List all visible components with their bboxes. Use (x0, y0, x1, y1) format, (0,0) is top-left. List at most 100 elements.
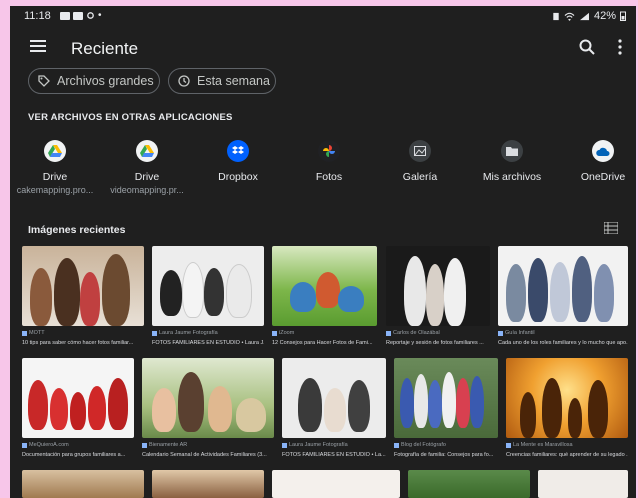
image-thumbnail[interactable] (394, 358, 498, 438)
image-thumbnail[interactable] (386, 246, 490, 326)
status-bar: 11:18 • 42% (10, 6, 636, 26)
chip-large-files[interactable]: Archivos grandes (28, 68, 160, 94)
image-caption: Fotografía de familia: Consejos para fo.… (394, 452, 494, 458)
image-source: MOTT (22, 330, 144, 336)
image-card[interactable]: Bienamente AR Calendario Semanal de Acti… (142, 358, 274, 464)
app-onedrive[interactable]: OneDrive (558, 140, 636, 183)
recent-images-grid: MOTT 10 tips para saber cómo hacer fotos… (10, 246, 636, 498)
status-time: 11:18 (24, 10, 51, 22)
image-card[interactable]: Guía Infantil Cada uno de los roles fami… (498, 246, 628, 352)
image-source: Carlos de Olazábal (386, 330, 490, 336)
image-card[interactable]: MeQuieroA.com Documentación para grupos … (22, 358, 134, 464)
app-label: Dropbox (218, 171, 258, 183)
image-thumbnail[interactable] (142, 358, 274, 438)
image-source: La Mente es Maravillosa (506, 442, 628, 448)
image-thumbnail[interactable] (282, 358, 386, 438)
google-drive-icon (44, 140, 66, 162)
dropbox-icon (227, 140, 249, 162)
app-drive-videomapping[interactable]: Drive videomapping.pr... (102, 140, 192, 195)
app-account: videomapping.pr... (110, 185, 184, 195)
battery-percent: 42% (593, 10, 616, 22)
image-thumbnail[interactable] (152, 246, 264, 326)
image-source: Laura Jaume Fotografía (282, 442, 386, 448)
image-card[interactable]: Laura Jaume Fotografía FOTOS FAMILIARES … (152, 246, 264, 352)
image-thumbnail[interactable] (408, 470, 530, 498)
app-bar: Reciente (10, 28, 636, 68)
gallery-icon (409, 140, 431, 162)
image-thumbnail[interactable] (272, 470, 400, 498)
image-caption: FOTOS FAMILIARES EN ESTUDIO • La... (282, 452, 386, 458)
app-screen: 11:18 • 42% Reciente Archivos grandes Es… (10, 6, 636, 498)
onedrive-icon (592, 140, 614, 162)
status-right: 42% (552, 10, 626, 22)
image-card[interactable]: Blog del Fotógrafo Fotografía de familia… (394, 358, 498, 464)
image-source: Guía Infantil (498, 330, 628, 336)
image-card[interactable] (538, 470, 628, 498)
image-caption: Documentación para grupos familiares a..… (22, 452, 126, 458)
more-options-icon[interactable] (614, 38, 626, 56)
signal-icon (579, 12, 589, 20)
image-source: Bienamente AR (142, 442, 274, 448)
app-label: Drive (134, 171, 160, 183)
tag-icon (38, 75, 50, 87)
app-photos[interactable]: Fotos (284, 140, 374, 183)
recent-images-heading: Imágenes recientes (28, 224, 126, 236)
image-caption: Cada uno de los roles familiares y lo mu… (498, 340, 628, 346)
image-source: MeQuieroA.com (22, 442, 134, 448)
image-thumbnail[interactable] (22, 470, 144, 498)
image-card[interactable]: La Mente es Maravillosa Creencias famili… (506, 358, 628, 464)
google-photos-icon (318, 140, 340, 162)
image-thumbnail[interactable] (272, 246, 377, 326)
youtube-notification-icon (60, 11, 70, 20)
image-card[interactable] (272, 470, 400, 498)
image-thumbnail[interactable] (498, 246, 628, 326)
app-label: OneDrive (580, 171, 626, 183)
image-thumbnail[interactable] (506, 358, 628, 438)
other-apps-row: Drive cakemapping.pro... Drive videomapp… (10, 140, 636, 210)
app-label: Drive (42, 171, 68, 183)
app-my-files[interactable]: Mis archivos (467, 140, 557, 183)
chip-this-week[interactable]: Esta semana (168, 68, 276, 94)
image-card[interactable] (152, 470, 264, 498)
image-card[interactable]: Laura Jaume Fotografía FOTOS FAMILIARES … (282, 358, 386, 464)
notification-icons: • (60, 10, 102, 21)
image-thumbnail[interactable] (152, 470, 264, 498)
image-source: iZoom (272, 330, 377, 336)
image-thumbnail[interactable] (538, 470, 628, 498)
chip-label: Archivos grandes (57, 74, 154, 88)
page-title: Reciente (71, 39, 139, 58)
image-source: Blog del Fotógrafo (394, 442, 498, 448)
battery-icon (620, 11, 626, 21)
image-caption: Creencias familiares: qué aprender de su… (506, 452, 628, 458)
image-card[interactable]: iZoom 12 Consejos para Hacer Fotos de Fa… (272, 246, 377, 352)
image-caption: 10 tips para saber cómo hacer fotos fami… (22, 340, 134, 346)
app-label: Mis archivos (482, 171, 542, 183)
app-label: Galería (402, 171, 438, 183)
image-card[interactable]: MOTT 10 tips para saber cómo hacer fotos… (22, 246, 144, 352)
youtube-notification-icon (73, 11, 83, 20)
image-caption: FOTOS FAMILIARES EN ESTUDIO • Laura J... (152, 340, 264, 346)
image-card[interactable] (408, 470, 530, 498)
folder-icon (501, 140, 523, 162)
battery-saver-icon (553, 12, 559, 20)
app-dropbox[interactable]: Dropbox (193, 140, 283, 183)
chip-label: Esta semana (197, 74, 270, 88)
other-apps-heading: VER ARCHIVOS EN OTRAS APLICACIONES (28, 112, 233, 123)
search-icon[interactable] (578, 38, 596, 56)
image-thumbnail[interactable] (22, 358, 134, 438)
app-drive-cakemapping[interactable]: Drive cakemapping.pro... (10, 140, 100, 195)
image-caption: 12 Consejos para Hacer Fotos de Fami... (272, 340, 373, 346)
image-caption: Calendario Semanal de Actividades Famili… (142, 452, 267, 458)
google-drive-icon (136, 140, 158, 162)
image-thumbnail[interactable] (22, 246, 144, 326)
image-card[interactable] (22, 470, 144, 498)
menu-icon[interactable] (30, 40, 46, 52)
wifi-icon (564, 12, 575, 21)
settings-notification-icon (87, 12, 94, 19)
image-source: Laura Jaume Fotografía (152, 330, 264, 336)
app-gallery[interactable]: Galería (375, 140, 465, 183)
image-card[interactable]: Carlos de Olazábal Reportaje y sesión de… (386, 246, 490, 352)
list-view-icon[interactable] (604, 222, 618, 234)
app-label: Fotos (315, 171, 343, 183)
image-caption: Reportaje y sesión de fotos familiares .… (386, 340, 484, 346)
